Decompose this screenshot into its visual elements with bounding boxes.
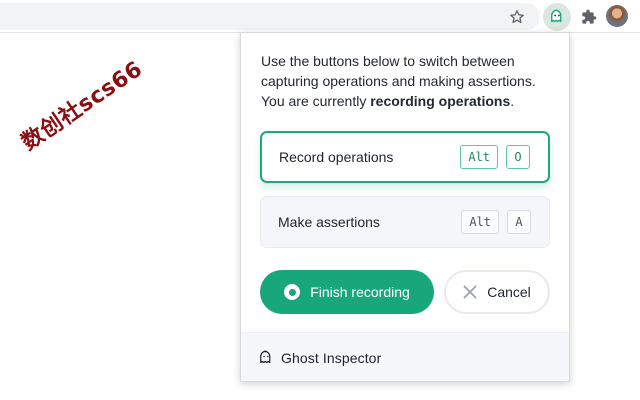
brand-name: Ghost Inspector xyxy=(281,350,382,366)
extensions-puzzle-icon[interactable] xyxy=(577,5,601,29)
ghost-inspector-popup: Use the buttons below to switch between … xyxy=(240,32,570,382)
record-shortcut: Alt O xyxy=(460,145,530,169)
ghost-inspector-extension-icon[interactable] xyxy=(543,3,571,31)
profile-avatar[interactable] xyxy=(606,5,628,27)
alt-key: Alt xyxy=(460,145,498,169)
current-mode-text: recording operations xyxy=(370,93,511,109)
finish-recording-label: Finish recording xyxy=(310,284,410,300)
watermark-text: 数创社scs66 xyxy=(17,56,148,156)
popup-footer: Ghost Inspector xyxy=(241,332,569,381)
star-icon[interactable] xyxy=(505,5,529,29)
finish-recording-button[interactable]: Finish recording xyxy=(260,270,434,314)
o-key: O xyxy=(506,145,530,169)
cancel-button[interactable]: Cancel xyxy=(444,270,550,314)
cancel-label: Cancel xyxy=(487,284,531,300)
record-operations-option[interactable]: Record operations Alt O xyxy=(260,131,550,183)
close-icon xyxy=(463,285,477,299)
record-operations-label: Record operations xyxy=(279,149,394,165)
assertions-shortcut: Alt A xyxy=(461,210,531,234)
alt-key: Alt xyxy=(461,210,499,234)
address-bar[interactable] xyxy=(0,3,540,30)
browser-toolbar xyxy=(0,0,640,33)
make-assertions-label: Make assertions xyxy=(278,214,380,230)
a-key: A xyxy=(507,210,531,234)
ghost-logo-icon xyxy=(257,349,275,367)
instructions-text: Use the buttons below to switch between … xyxy=(261,53,536,109)
record-icon xyxy=(284,284,301,300)
make-assertions-option[interactable]: Make assertions Alt A xyxy=(260,196,550,248)
